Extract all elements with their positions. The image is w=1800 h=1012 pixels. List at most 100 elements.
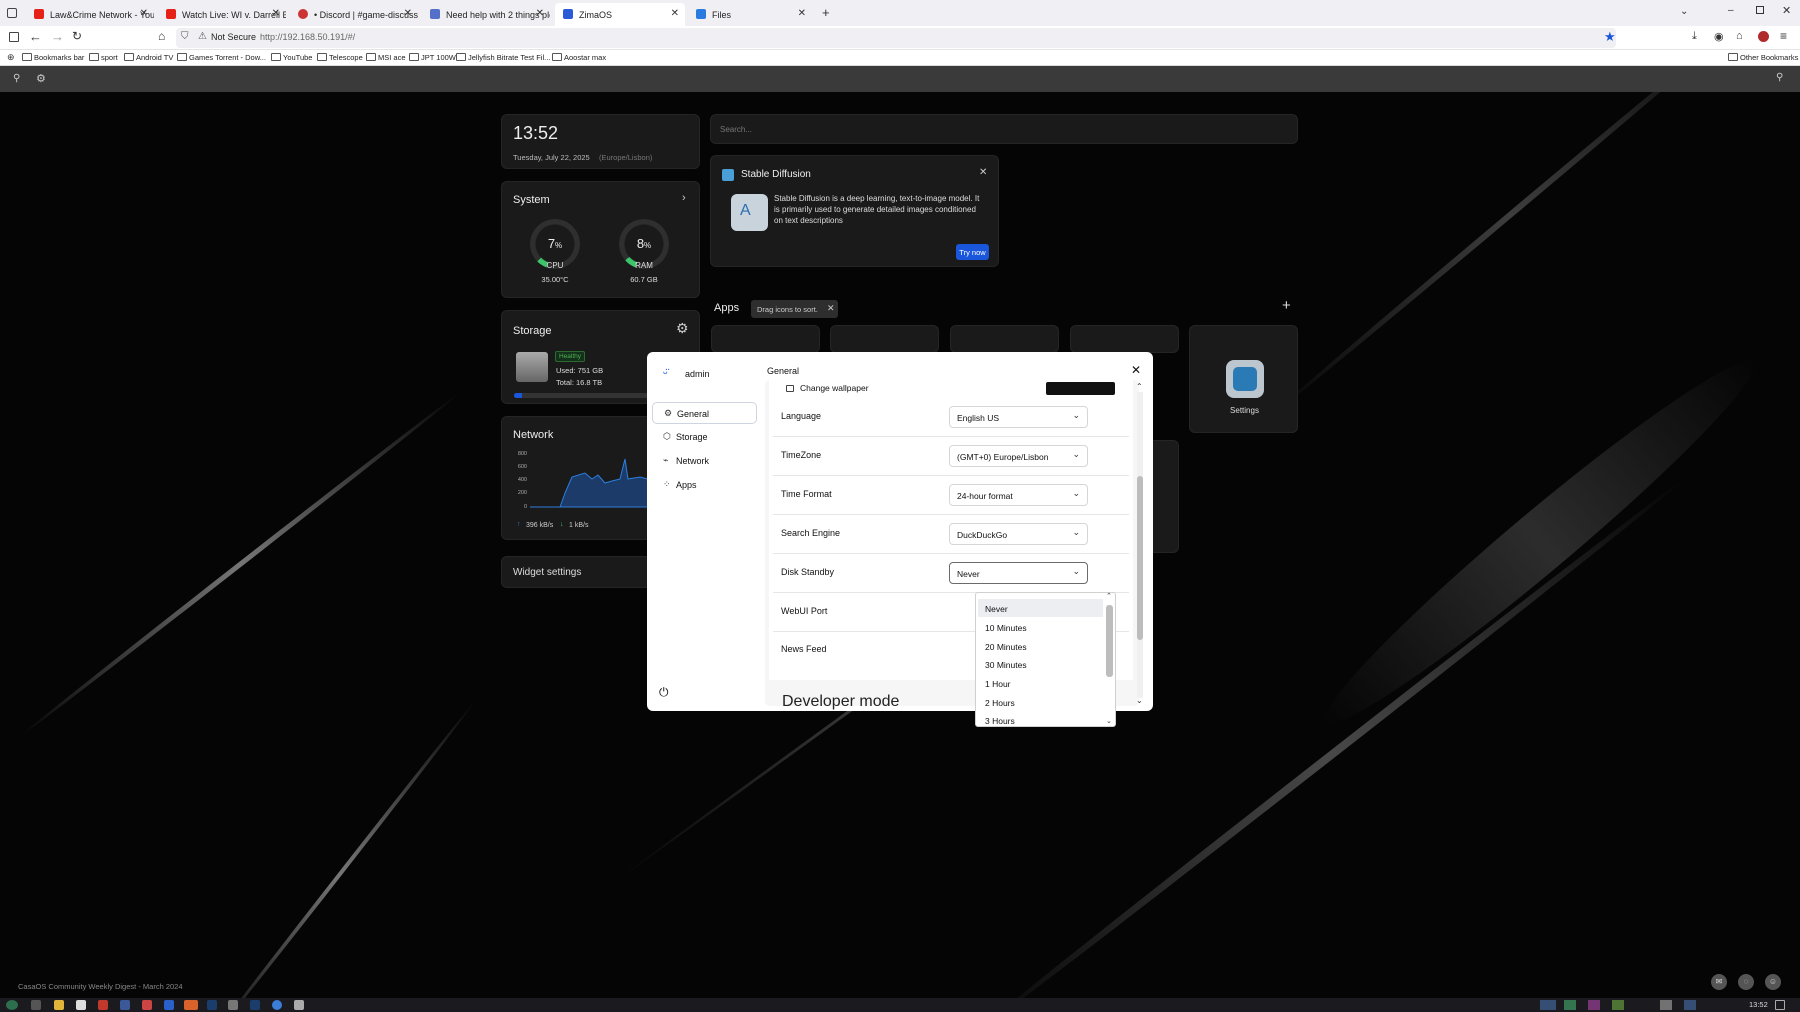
app-icon[interactable] xyxy=(142,1000,152,1010)
tab-list-icon[interactable] xyxy=(7,8,17,18)
bookmark-item[interactable]: Telescope xyxy=(317,53,363,62)
dropdown-scroll-down-icon[interactable]: ⌄ xyxy=(1106,717,1112,725)
minimize-button[interactable]: – xyxy=(1728,5,1734,16)
bookmark-item[interactable]: Bookmarks bar xyxy=(22,53,84,62)
close-icon[interactable]: ✕ xyxy=(979,167,987,178)
menu-icon[interactable]: ≡ xyxy=(1780,29,1787,43)
dialog-scrollbar-thumb[interactable] xyxy=(1137,476,1143,640)
wallpaper-preview[interactable] xyxy=(1046,382,1115,395)
scroll-down-icon[interactable]: ⌄ xyxy=(1136,696,1143,705)
storage-settings-gear-icon[interactable]: ⚙ xyxy=(676,320,689,337)
forward-icon[interactable]: → xyxy=(51,29,64,44)
user-icon[interactable]: ⚲ xyxy=(13,73,20,84)
close-tab-icon[interactable]: ✕ xyxy=(798,8,806,19)
dropdown-option[interactable]: 30 Minutes xyxy=(978,655,1103,673)
bookmark-item[interactable]: YouTube xyxy=(271,53,312,62)
dropdown-scroll-up-icon[interactable]: ⌃ xyxy=(1106,592,1112,600)
bookmark-item[interactable]: Aoostar max xyxy=(552,53,606,62)
app-icon[interactable] xyxy=(228,1000,238,1010)
browser-tab[interactable]: Files ✕ xyxy=(688,3,812,26)
app-icon[interactable] xyxy=(272,1000,282,1010)
app-icon[interactable] xyxy=(76,1000,86,1010)
nav-apps[interactable]: ⁘ Apps xyxy=(652,474,757,496)
language-select[interactable]: English US ⌄ xyxy=(949,406,1088,428)
address-bar[interactable]: ⛉ ⚠ Not Secure http://192.168.50.191/#/ … xyxy=(176,28,1616,48)
app-icon[interactable] xyxy=(120,1000,130,1010)
account-icon[interactable]: ⚲ xyxy=(1776,72,1783,83)
account-icon[interactable]: ◉ xyxy=(1714,30,1724,43)
dropdown-option[interactable]: 2 Hours xyxy=(978,693,1103,711)
browser-taskbar-icon[interactable] xyxy=(184,1000,198,1010)
scroll-up-icon[interactable]: ⌃ xyxy=(1136,382,1143,391)
app-icon[interactable] xyxy=(164,1000,174,1010)
app-tile[interactable] xyxy=(950,325,1059,353)
close-tab-icon[interactable]: ✕ xyxy=(536,8,544,19)
close-dialog-icon[interactable]: ✕ xyxy=(1131,363,1141,377)
browser-tab-active[interactable]: ZimaOS ✕ xyxy=(555,3,685,26)
bookmark-item[interactable]: JPT 100W xyxy=(409,53,456,62)
sidebar-icon[interactable] xyxy=(9,32,19,42)
downloads-icon[interactable]: ⤓ xyxy=(1692,30,1697,43)
app-tile[interactable] xyxy=(711,325,820,353)
close-window-button[interactable]: ✕ xyxy=(1782,4,1791,17)
back-icon[interactable]: ← xyxy=(29,29,42,44)
browser-tab[interactable]: Watch Live: WI v. Darrell Brook:✕ xyxy=(158,3,286,26)
chevron-right-icon[interactable]: › xyxy=(682,192,686,204)
dropdown-option-never[interactable]: Never xyxy=(978,599,1103,617)
bookmark-star-icon[interactable]: ★ xyxy=(1604,29,1616,45)
dropdown-option[interactable]: 3 Hours xyxy=(978,711,1103,726)
system-tray[interactable] xyxy=(1540,1000,1740,1010)
nav-general[interactable]: ⚙ General xyxy=(652,402,757,424)
profile-avatar[interactable] xyxy=(1758,31,1769,42)
other-bookmarks[interactable]: Other Bookmarks xyxy=(1728,53,1798,62)
app-icon[interactable] xyxy=(294,1000,304,1010)
time-format-select[interactable]: 24-hour format ⌄ xyxy=(949,484,1088,506)
help-icon[interactable]: ☺ xyxy=(1765,974,1781,990)
steam-icon[interactable] xyxy=(207,1000,217,1010)
search-bar[interactable]: Search... xyxy=(710,114,1298,144)
dropdown-scrollbar-thumb[interactable] xyxy=(1106,605,1113,677)
browser-tab[interactable]: • Discord | #game-discussion | :✕ xyxy=(290,3,418,26)
power-icon[interactable]: ⏻ xyxy=(659,685,669,700)
url-text[interactable]: http://192.168.50.191/#/ xyxy=(260,32,355,42)
browser-tab[interactable]: Need help with 2 things please✕ xyxy=(422,3,550,26)
community-digest-link[interactable]: CasaOS Community Weekly Digest - March 2… xyxy=(18,982,183,991)
app-tile[interactable] xyxy=(1070,325,1179,353)
chat-icon[interactable]: ◌ xyxy=(1738,974,1754,990)
app-tile[interactable] xyxy=(830,325,939,353)
security-label[interactable]: Not Secure xyxy=(211,32,256,42)
disk-standby-select[interactable]: Never ⌄ xyxy=(949,562,1088,584)
reload-icon[interactable]: ↻ xyxy=(72,29,82,43)
restore-button[interactable] xyxy=(1756,6,1764,14)
lock-warning-icon[interactable]: ⚠ xyxy=(198,31,207,42)
search-engine-select[interactable]: DuckDuckGo ⌄ xyxy=(949,523,1088,545)
bookmark-item[interactable]: MSI ace xyxy=(366,53,406,62)
task-view-icon[interactable] xyxy=(31,1000,41,1010)
close-tab-icon[interactable]: ✕ xyxy=(272,8,280,19)
dropdown-option[interactable]: 10 Minutes xyxy=(978,618,1103,636)
close-tab-icon[interactable]: ✕ xyxy=(140,8,148,19)
bookmark-item[interactable]: Jellyfish Bitrate Test Fil... xyxy=(456,53,550,62)
start-icon[interactable] xyxy=(6,1000,18,1010)
search-input[interactable]: Search... xyxy=(720,125,752,134)
extensions-icon[interactable]: ⌂ xyxy=(1736,30,1743,42)
mail-icon[interactable]: ✉ xyxy=(1711,974,1727,990)
nav-storage[interactable]: ⬡ Storage xyxy=(652,426,757,448)
app-icon[interactable] xyxy=(98,1000,108,1010)
change-wallpaper-label[interactable]: Change wallpaper xyxy=(800,383,869,393)
close-tab-icon[interactable]: ✕ xyxy=(404,8,412,19)
home-icon[interactable]: ⌂ xyxy=(158,29,165,43)
close-tab-icon[interactable]: ✕ xyxy=(671,8,679,19)
file-explorer-icon[interactable] xyxy=(54,1000,64,1010)
add-app-icon[interactable]: + xyxy=(1282,297,1291,314)
bookmark-item[interactable]: Games Torrent - Dow... xyxy=(177,53,266,62)
bookmark-item[interactable]: sport xyxy=(89,53,118,62)
app-icon[interactable] xyxy=(250,1000,260,1010)
tab-search-icon[interactable]: ⌄ xyxy=(1680,6,1688,17)
new-tab-button[interactable]: + xyxy=(822,5,830,20)
settings-app-tile[interactable]: Settings xyxy=(1189,325,1298,433)
notification-icon[interactable] xyxy=(1775,1000,1785,1010)
try-now-button[interactable]: Try now xyxy=(956,244,989,260)
browser-tab[interactable]: Law&Crime Network - YouTube✕ xyxy=(26,3,154,26)
taskbar-clock[interactable]: 13:52 xyxy=(1749,1000,1768,1009)
